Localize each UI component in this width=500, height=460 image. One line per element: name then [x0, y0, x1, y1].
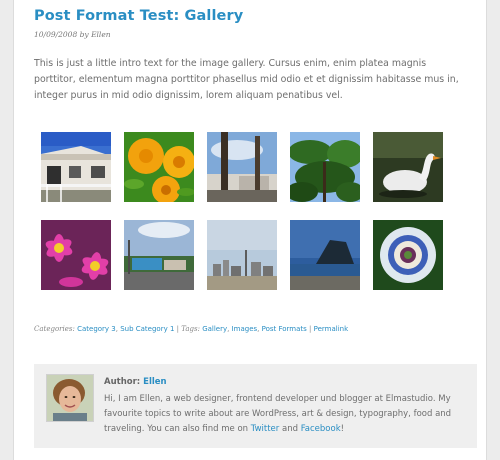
avatar	[46, 374, 94, 422]
gallery-thumb-goose[interactable]	[373, 132, 443, 202]
gallery-thumb-passion-flower[interactable]	[373, 220, 443, 290]
tropical-plants-photo	[290, 132, 360, 202]
post-meta: 10/09/2008 by Ellen	[34, 30, 111, 39]
author-photo	[47, 375, 93, 421]
gallery-thumb-street[interactable]	[124, 220, 194, 290]
gallery-thumb-coastal-rock[interactable]	[290, 220, 360, 290]
author-bio: Hi, I am Ellen, a web designer, frontend…	[104, 392, 472, 437]
author-box: Author: Ellen Hi, I am Ellen, a web desi…	[34, 364, 477, 448]
post-page: Post Format Test: Gallery 10/09/2008 by …	[13, 0, 487, 460]
gallery-thumb-pink-flowers[interactable]	[41, 220, 111, 290]
image-gallery	[41, 132, 461, 292]
gallery-thumb-city-skyline[interactable]	[207, 220, 277, 290]
permalink-link[interactable]: Permalink	[314, 325, 349, 333]
author-label: Author:	[104, 377, 141, 387]
author-bio-and: and	[281, 424, 298, 434]
tag-link-gallery[interactable]: Gallery	[202, 325, 227, 333]
category-link-3[interactable]: Category 3	[77, 325, 116, 333]
post-title[interactable]: Post Format Test: Gallery	[34, 8, 243, 24]
coastal-rock-photo	[290, 220, 360, 290]
gallery-thumb-tropical-plants[interactable]	[290, 132, 360, 202]
post-taxonomy: Categories: Category 3, Sub Category 1 |…	[34, 325, 349, 333]
author-heading: Author: Ellen	[104, 377, 167, 387]
house-photo	[41, 132, 111, 202]
post-intro: This is just a little intro text for the…	[34, 58, 459, 101]
city-skyline-photo	[207, 220, 277, 290]
author-bio-end: !	[340, 424, 345, 434]
tags-label: Tags:	[181, 325, 200, 333]
tag-link-images[interactable]: Images	[232, 325, 258, 333]
post-author: Ellen	[91, 30, 111, 39]
taxonomy-separator: |	[176, 325, 179, 333]
palm-trees-photo	[207, 132, 277, 202]
goose-photo	[373, 132, 443, 202]
taxonomy-separator-2: |	[309, 325, 312, 333]
passion-flower-photo	[373, 220, 443, 290]
post-by: by	[79, 30, 89, 39]
gallery-thumb-palm-trees[interactable]	[207, 132, 277, 202]
category-link-sub-1[interactable]: Sub Category 1	[120, 325, 174, 333]
gallery-thumb-yellow-flowers[interactable]	[124, 132, 194, 202]
facebook-link[interactable]: Facebook	[301, 424, 341, 434]
gallery-thumb-house[interactable]	[41, 132, 111, 202]
street-photo	[124, 220, 194, 290]
pink-flowers-photo	[41, 220, 111, 290]
yellow-flowers-photo	[124, 132, 194, 202]
tag-link-post-formats[interactable]: Post Formats	[262, 325, 307, 333]
author-name-link[interactable]: Ellen	[143, 377, 166, 387]
categories-label: Categories:	[34, 325, 75, 333]
twitter-link[interactable]: Twitter	[251, 424, 280, 434]
post-date: 10/09/2008	[34, 30, 78, 39]
